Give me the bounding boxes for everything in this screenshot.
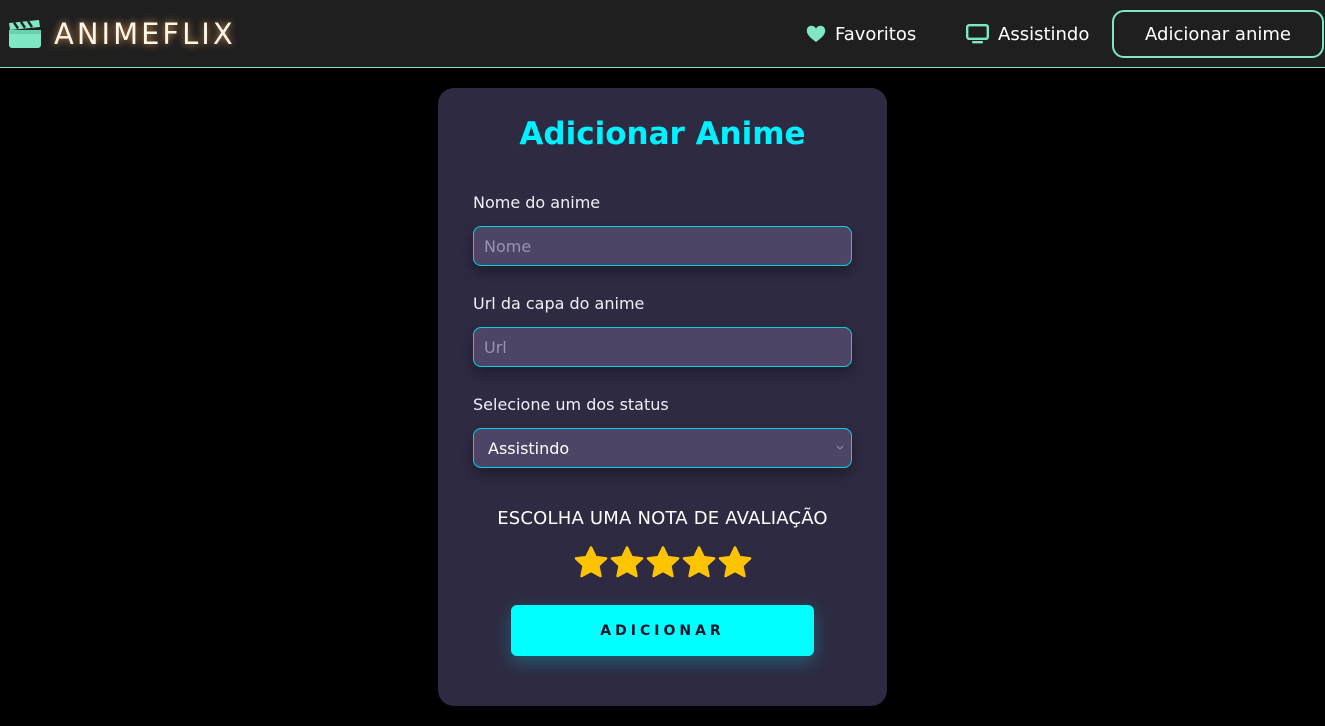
cover-url-input[interactable] xyxy=(473,327,852,367)
star-icon[interactable] xyxy=(609,545,645,581)
status-select[interactable]: Assistindo xyxy=(473,428,852,468)
brand[interactable]: ANIMEFLIX xyxy=(8,14,236,54)
status-select-value: Assistindo xyxy=(488,438,570,458)
status-field-label: Selecione um dos status xyxy=(473,395,669,414)
star-icon[interactable] xyxy=(681,545,717,581)
navbar: ANIMEFLIX Favoritos Assistindo Adicionar… xyxy=(0,0,1325,68)
add-anime-nav-button[interactable]: Adicionar anime xyxy=(1112,10,1324,58)
rating-label: ESCOLHA UMA NOTA DE AVALIAÇÃO xyxy=(497,508,828,529)
nav-link-label: Favoritos xyxy=(835,23,917,45)
chevron-down-icon xyxy=(836,445,844,450)
star-icon[interactable] xyxy=(717,545,753,581)
name-field-label: Nome do anime xyxy=(473,193,601,212)
clapperboard-icon xyxy=(9,20,41,48)
submit-button[interactable]: ADICIONAR xyxy=(511,605,814,656)
star-icon[interactable] xyxy=(573,545,609,581)
tv-icon xyxy=(966,24,989,44)
nav-link-favoritos[interactable]: Favoritos xyxy=(806,18,916,50)
star-rating[interactable] xyxy=(573,545,753,581)
heart-icon xyxy=(806,25,826,42)
page-title: Adicionar Anime xyxy=(519,116,806,152)
nav-link-label: Assistindo xyxy=(998,23,1090,45)
nav-link-assistindo[interactable]: Assistindo xyxy=(966,18,1089,50)
star-icon[interactable] xyxy=(645,545,681,581)
anime-name-input[interactable] xyxy=(473,226,852,266)
brand-name: ANIMEFLIX xyxy=(54,17,236,51)
url-field-label: Url da capa do anime xyxy=(473,294,645,313)
